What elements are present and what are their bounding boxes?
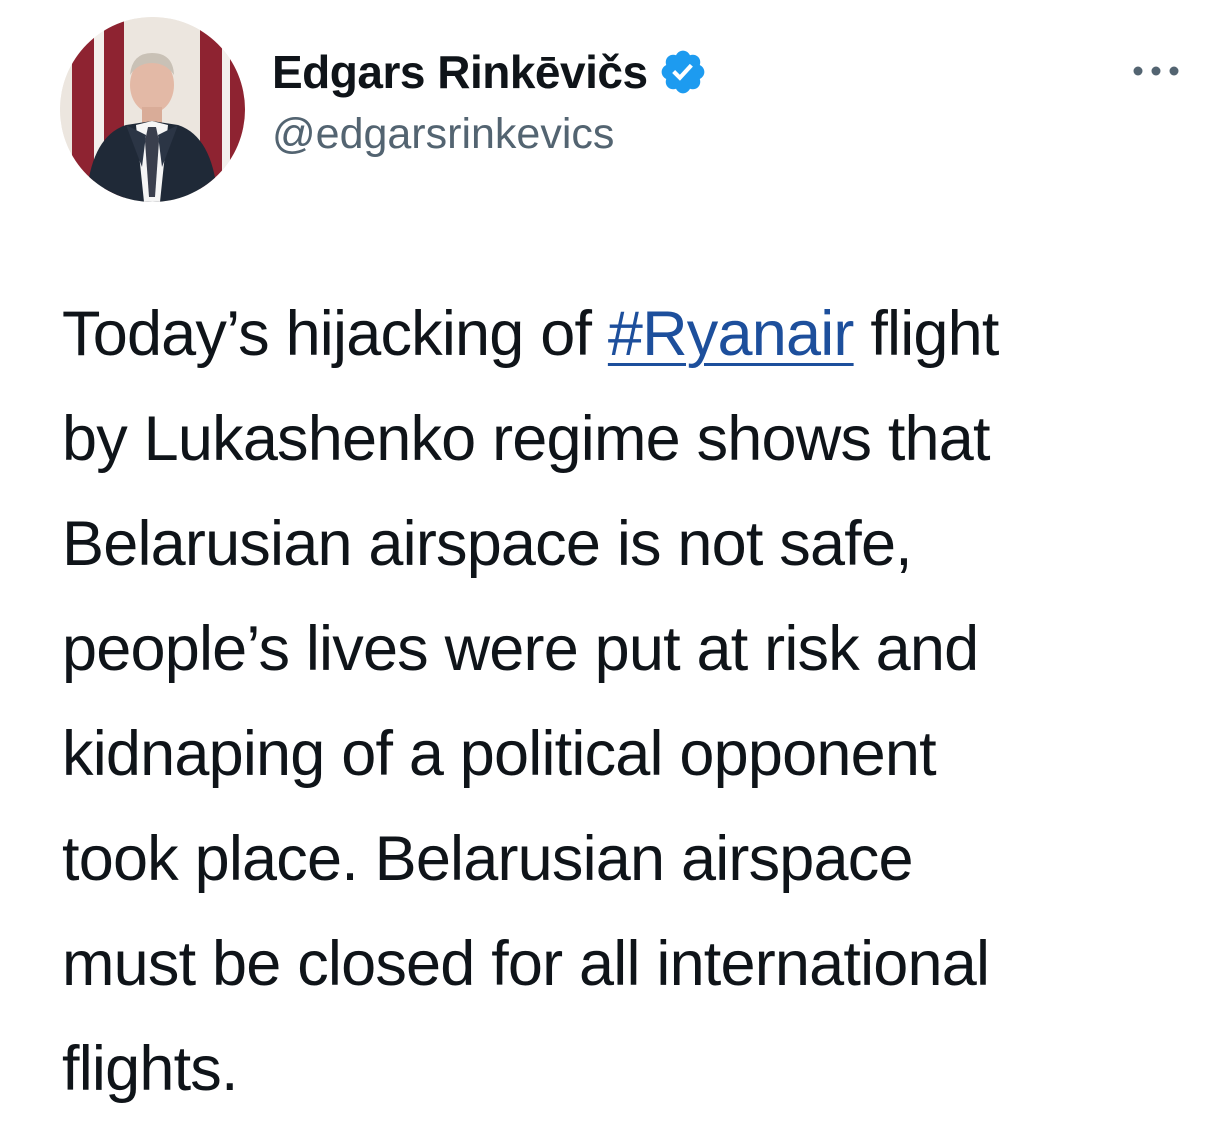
tweet-text: Today’s hijacking of #Ryanair flight by … (62, 282, 1172, 1122)
verified-badge-icon (658, 47, 708, 97)
tweet-line: must be closed for all international (62, 929, 990, 999)
tweet-line: people’s lives were put at risk and (62, 614, 979, 684)
profile-photo (60, 17, 245, 202)
hashtag-link[interactable]: #Ryanair (608, 299, 855, 369)
tweet-line: Belarusian airspace is not safe, (62, 509, 913, 579)
author-handle[interactable]: @edgarsrinkevics (272, 110, 614, 159)
tweet-line: took place. Belarusian airspace (62, 824, 914, 894)
avatar[interactable] (60, 17, 245, 202)
tweet-line: by Lukashenko regime shows that (62, 404, 991, 474)
tweet-text-segment: flight (853, 299, 999, 369)
display-name[interactable]: Edgars Rinkēvičs (272, 45, 648, 99)
more-options-icon[interactable] (1128, 56, 1184, 86)
tweet-text-segment: Today’s hijacking of (62, 299, 608, 369)
tweet-line: kidnaping of a political opponent (62, 719, 937, 789)
tweet-line: Today’s hijacking of #Ryanair flight (62, 282, 1172, 387)
tweet-line: flights. (62, 1034, 238, 1104)
author-name-row: Edgars Rinkēvičs (272, 42, 708, 102)
